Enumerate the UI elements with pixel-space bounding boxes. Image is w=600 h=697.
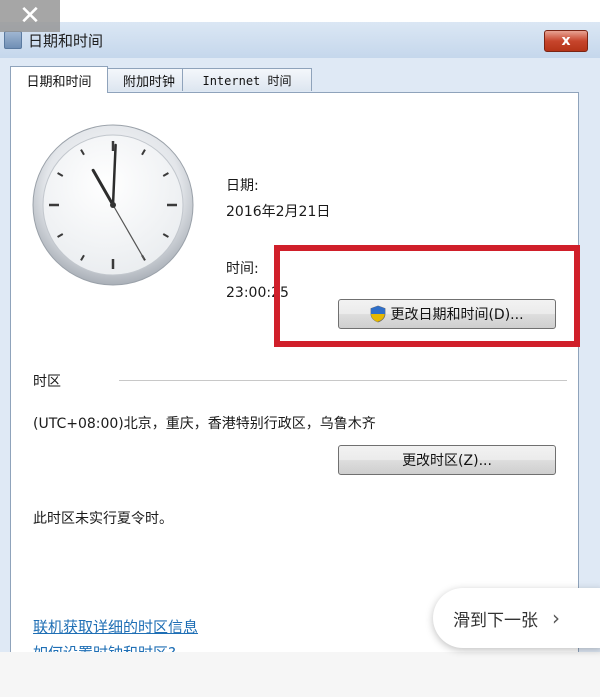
timezone-divider: [119, 380, 567, 381]
tab-panel: 日期: 2016年2月21日 时间: 23:00:25 更改日期和时间(D)..…: [10, 92, 580, 674]
online-timezone-info-link[interactable]: 联机获取详细的时区信息: [33, 616, 198, 637]
next-slide-label: 滑到下一张: [453, 610, 538, 631]
change-timezone-button[interactable]: 更改时区(Z)...: [338, 445, 556, 475]
overlay-close-button[interactable]: ✕: [0, 0, 60, 32]
time-label: 时间:: [226, 261, 259, 277]
bottom-area: [0, 652, 600, 697]
tab-internet-time[interactable]: Internet 时间: [182, 68, 312, 91]
date-label: 日期:: [226, 178, 259, 194]
tab-date-time[interactable]: 日期和时间: [10, 66, 108, 93]
timezone-section-label: 时区: [33, 374, 61, 390]
window-close-button[interactable]: x: [544, 30, 588, 52]
window-title: 日期和时间: [28, 32, 104, 50]
title-bar: 日期和时间 x: [0, 22, 600, 58]
clock-center-pin: [110, 202, 116, 208]
tab-additional-clocks[interactable]: 附加时钟: [106, 68, 192, 91]
chevron-right-icon: ›: [552, 606, 560, 630]
analog-clock: [32, 124, 194, 286]
dst-note: 此时区未实行夏令时。: [33, 511, 173, 527]
close-icon: ✕: [19, 1, 41, 31]
date-value: 2016年2月21日: [226, 204, 331, 220]
change-timezone-label: 更改时区(Z)...: [402, 453, 492, 469]
close-icon: x: [561, 33, 571, 49]
highlight-box: [274, 245, 580, 347]
timezone-value: (UTC+08:00)北京，重庆，香港特别行政区，乌鲁木齐: [33, 416, 376, 432]
datetime-window-icon: [4, 31, 22, 49]
next-slide-button[interactable]: 滑到下一张 ›: [433, 588, 600, 648]
datetime-window: 日期和时间 x 日期和时间 附加时钟 Internet 时间 日期: 2016年…: [0, 22, 600, 674]
